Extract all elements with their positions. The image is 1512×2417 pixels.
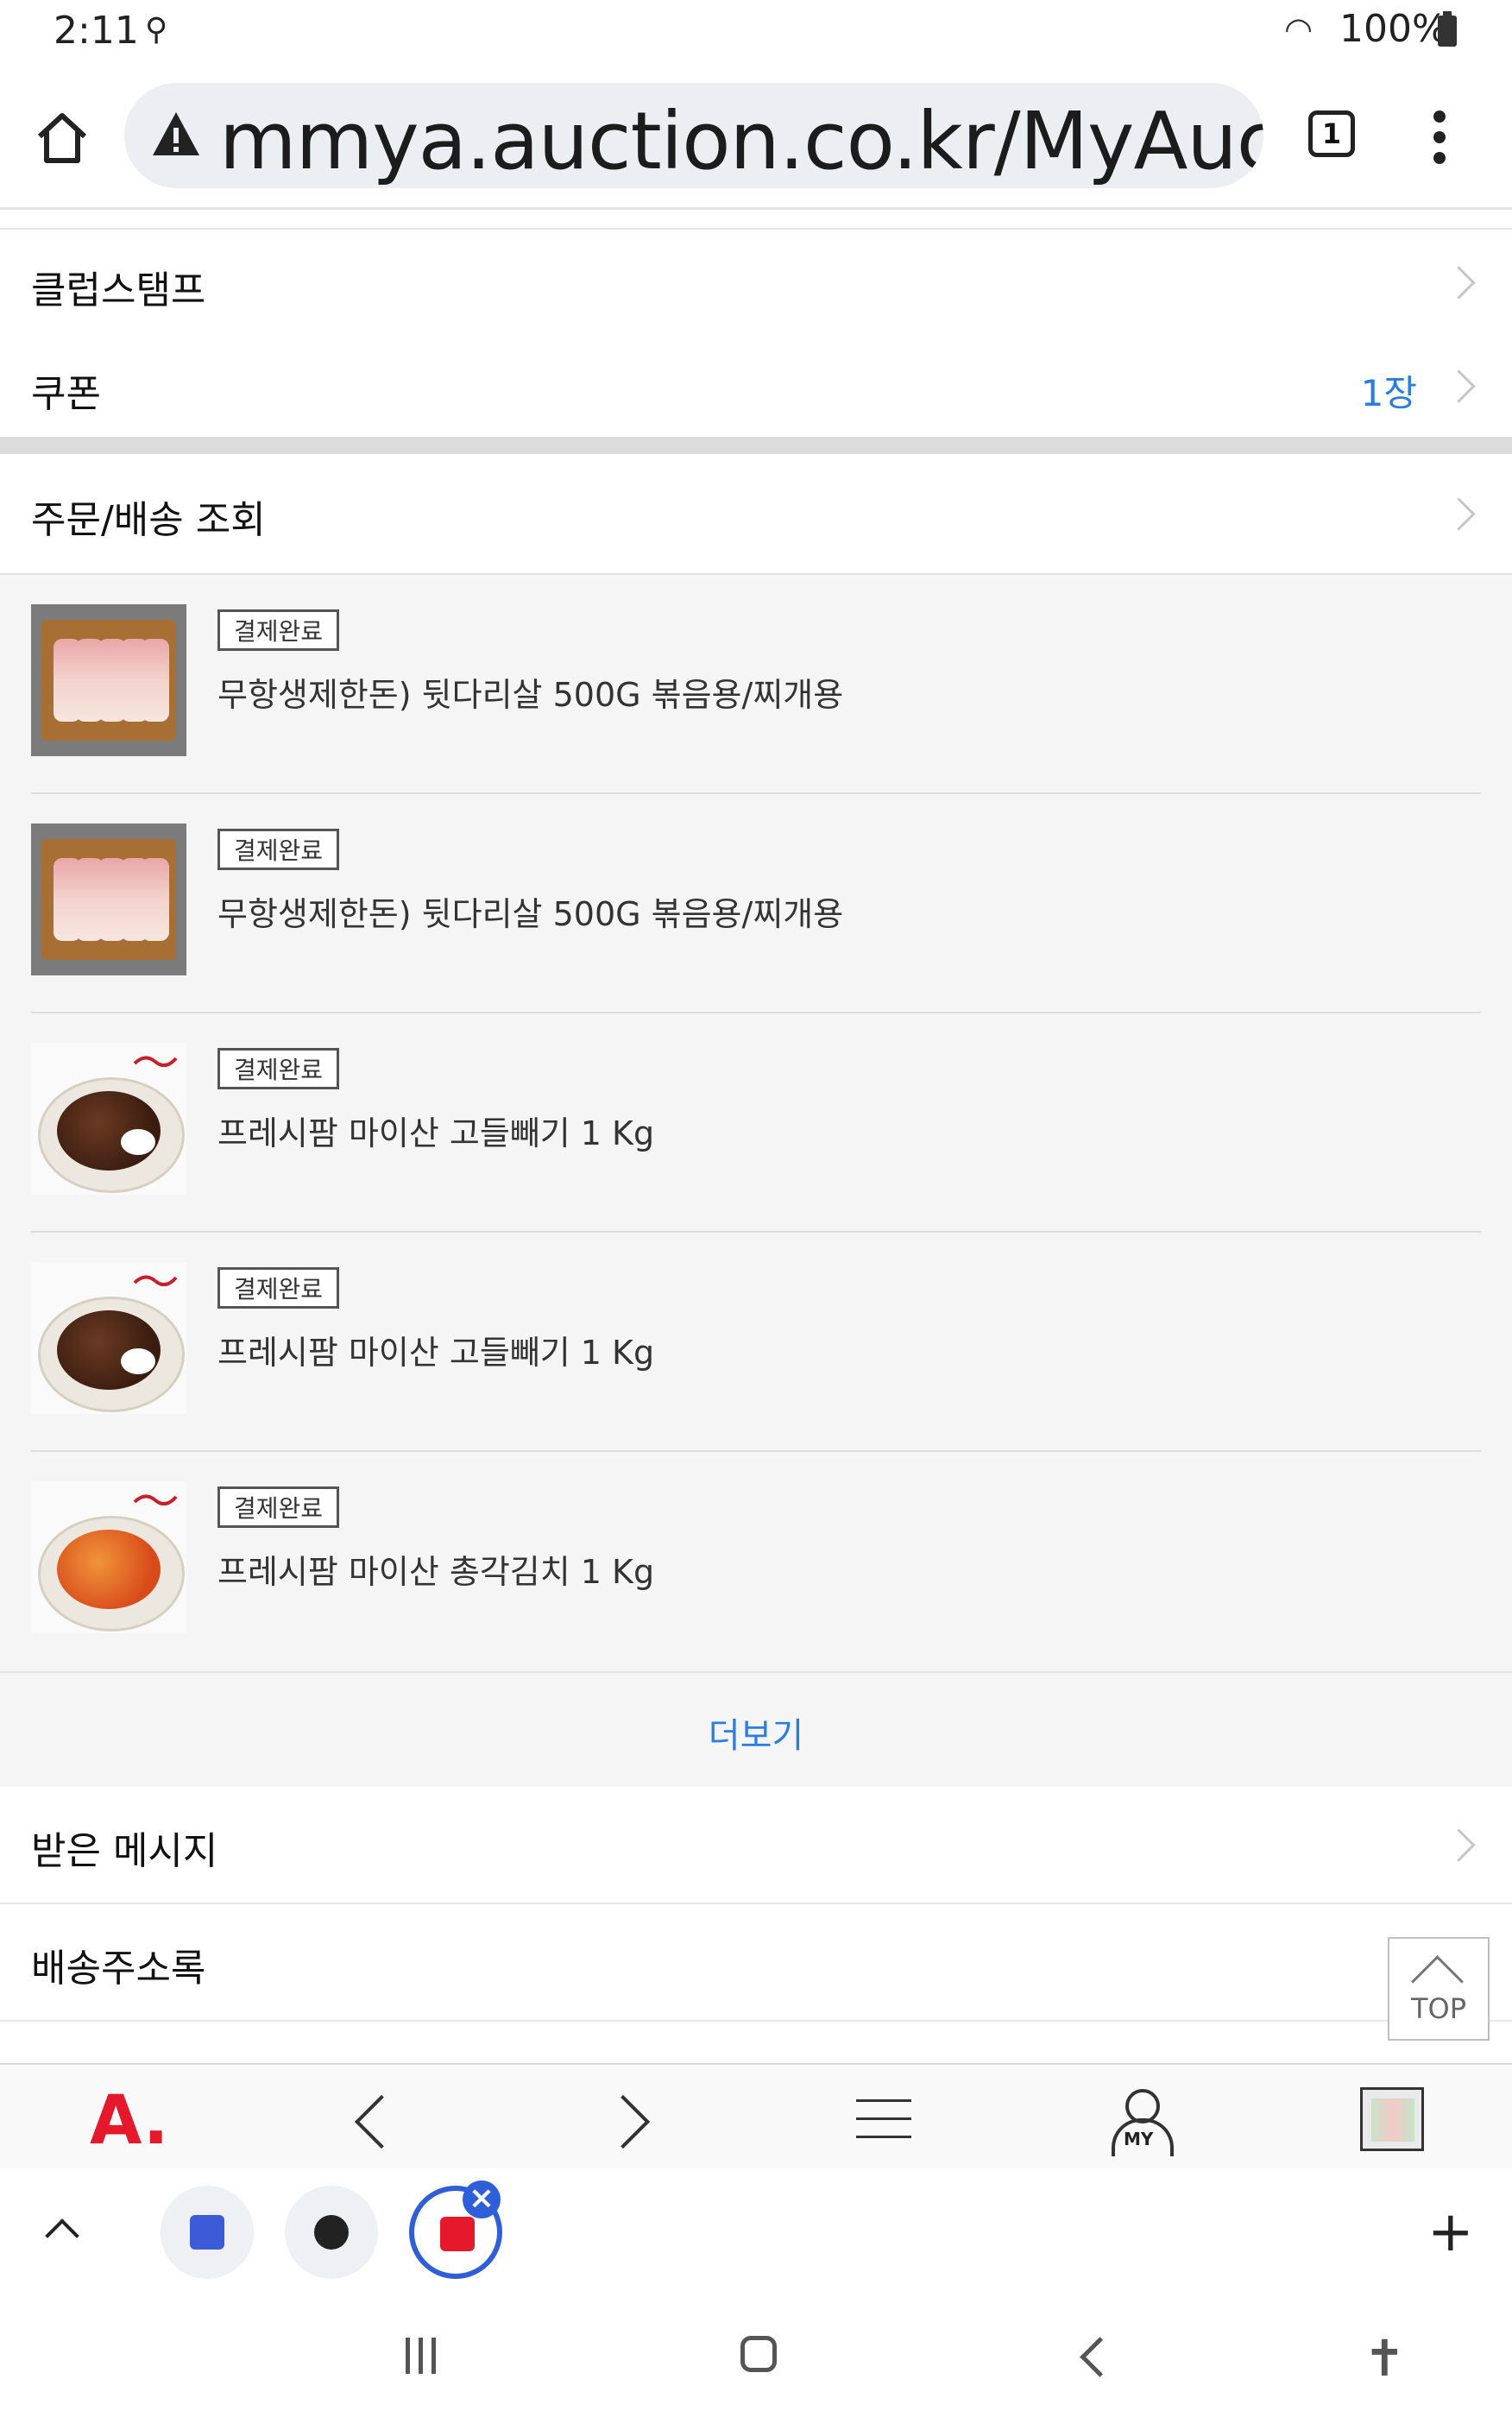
chevron-right-icon <box>1442 1828 1476 1862</box>
order-item[interactable]: 결제완료 무항생제한돈) 뒷다리살 500G 볶음용/찌개용 <box>0 575 1512 794</box>
auction-logo[interactable]: A. <box>90 2082 168 2160</box>
order-item[interactable]: 결제완료 프레시팜 마이산 고들빼기 1 Kg <box>0 1233 1512 1452</box>
menu-label: 주문/배송 조회 <box>31 498 266 542</box>
browser-tab-bar: + <box>0 2168 1512 2296</box>
chevron-up-icon[interactable] <box>45 2218 79 2253</box>
system-nav-bar: ✝ <box>0 2294 1512 2417</box>
news-tab-icon[interactable] <box>161 2186 254 2279</box>
status-bar: 2:11 ⚲ ◠ 100% <box>0 0 1512 69</box>
menu-coupon[interactable]: 쿠폰 1장 <box>0 333 1512 439</box>
chevron-right-icon <box>1442 369 1476 403</box>
product-name[interactable]: 프레시팜 마이산 고들빼기 1 Kg <box>217 1326 654 1373</box>
order-item[interactable]: 결제완료 프레시팜 마이산 총각김치 1 Kg <box>0 1452 1512 1671</box>
close-tab-icon[interactable]: × <box>463 2180 501 2218</box>
my-page-icon[interactable]: MY <box>1110 2089 1174 2156</box>
overflow-menu-icon[interactable] <box>1422 107 1457 176</box>
address-bar[interactable]: mmya.auction.co.kr/MyAuct <box>124 83 1263 188</box>
menu-club-stamp[interactable]: 클럽스탬프 <box>0 228 1512 335</box>
back-arrow-icon[interactable] <box>354 2094 409 2149</box>
new-tab-icon[interactable]: + <box>1427 2205 1474 2260</box>
coupon-count: 1장 <box>1360 372 1417 414</box>
more-button[interactable]: 더보기 <box>0 1671 1512 1790</box>
chevron-right-icon <box>1442 497 1476 531</box>
brand-logo <box>133 1271 178 1287</box>
order-item[interactable]: 결제완료 무항생제한돈) 뒷다리살 500G 볶음용/찌개용 <box>0 794 1512 1013</box>
system-back-icon[interactable] <box>1080 2337 1120 2377</box>
warning-icon[interactable] <box>150 109 202 161</box>
product-thumbnail[interactable] <box>31 1481 186 1633</box>
battery-icon <box>1438 11 1457 47</box>
flashlight-icon: ⚲ <box>145 12 168 47</box>
scroll-top-button[interactable]: TOP <box>1388 1937 1490 2041</box>
product-name[interactable]: 프레시팜 마이산 고들빼기 1 Kg <box>217 1107 654 1154</box>
wifi-icon: ◠ <box>1284 10 1314 48</box>
product-name[interactable]: 무항생제한돈) 뒷다리살 500G 볶음용/찌개용 <box>217 668 843 716</box>
browser-toolbar: mmya.auction.co.kr/MyAuct 1 <box>0 69 1512 210</box>
battery-percent: 100% <box>1339 7 1448 51</box>
product-thumbnail[interactable] <box>31 1262 186 1414</box>
menu-received-messages[interactable]: 받은 메시지 <box>0 1787 1512 1904</box>
status-badge: 결제완료 <box>217 609 340 651</box>
section-divider <box>0 437 1512 454</box>
accessibility-icon[interactable]: ✝ <box>1364 2329 1406 2388</box>
product-thumbnail[interactable] <box>31 1043 186 1195</box>
menu-partial-row <box>0 2022 1512 2063</box>
order-item[interactable]: 결제완료 프레시팜 마이산 고들빼기 1 Kg <box>0 1013 1512 1233</box>
menu-label: 배송주소록 <box>31 1947 206 1991</box>
menu-label: 클럽스탬프 <box>31 268 206 312</box>
status-time: 2:11 <box>54 9 139 53</box>
tab-switcher-button[interactable]: 1 <box>1308 110 1355 157</box>
product-thumbnail[interactable] <box>31 604 186 756</box>
menu-label: 쿠폰 <box>31 372 101 416</box>
more-label[interactable]: 더보기 <box>709 1707 803 1758</box>
status-badge: 결제완료 <box>217 1267 340 1309</box>
chevron-right-icon <box>1442 266 1476 300</box>
status-badge: 결제완료 <box>217 1486 340 1528</box>
status-badge: 결제완료 <box>217 1048 340 1089</box>
recent-items-icon[interactable] <box>1360 2087 1424 2151</box>
brand-logo <box>133 1051 178 1068</box>
home-icon[interactable] <box>31 107 93 169</box>
globe-tab-icon[interactable] <box>285 2186 378 2279</box>
brand-logo <box>133 1490 178 1506</box>
menu-order-lookup[interactable]: 주문/배송 조회 <box>0 454 1512 573</box>
menu-label: 받은 메시지 <box>31 1829 218 1873</box>
product-name[interactable]: 프레시팜 마이산 총각김치 1 Kg <box>217 1545 654 1593</box>
my-label: MY <box>1124 2129 1154 2149</box>
url-text[interactable]: mmya.auction.co.kr/MyAuct <box>219 95 1263 187</box>
top-label: TOP <box>1410 1992 1467 2025</box>
site-bottom-nav: A. MY <box>0 2063 1512 2173</box>
system-home-icon[interactable] <box>740 2336 777 2372</box>
status-badge: 결제완료 <box>217 829 340 870</box>
recent-apps-icon[interactable] <box>406 2338 447 2374</box>
product-thumbnail[interactable] <box>31 824 186 975</box>
forward-arrow-icon[interactable] <box>595 2094 651 2149</box>
product-name[interactable]: 무항생제한돈) 뒷다리살 500G 볶음용/찌개용 <box>217 887 843 935</box>
hamburger-menu-icon[interactable] <box>856 2099 911 2154</box>
menu-address-book[interactable]: 배송주소록 <box>0 1904 1512 2022</box>
order-list: 결제완료 무항생제한돈) 뒷다리살 500G 볶음용/찌개용 결제완료 무항생제… <box>0 573 1512 1673</box>
